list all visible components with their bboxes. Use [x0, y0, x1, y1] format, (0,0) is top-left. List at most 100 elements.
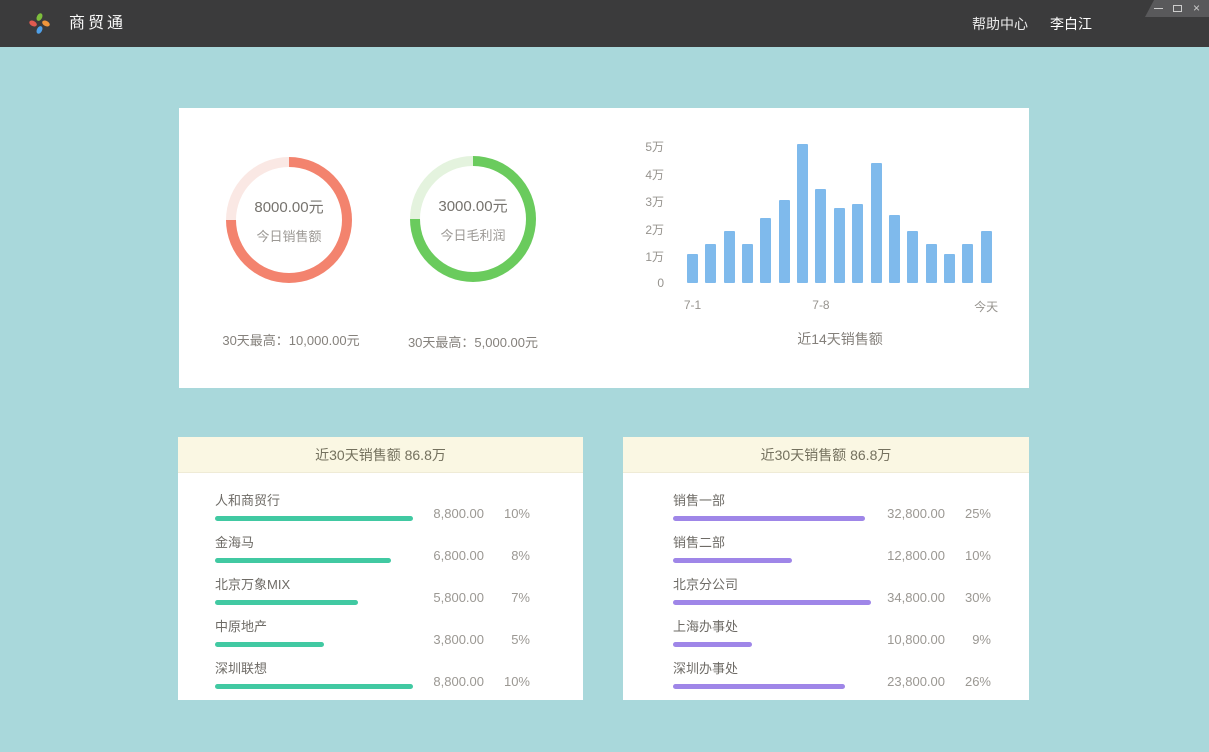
sales-bar-7 [797, 144, 808, 283]
help-center-link[interactable]: 帮助中心 [972, 14, 1028, 34]
rank-row-left: 中原地产 [215, 616, 413, 647]
rank-value: 23,800.00 [871, 674, 945, 689]
rank-row-上海办事处: 上海办事处10,800.009% [673, 616, 991, 647]
x-axis-tick-7-8: 7-8 [798, 298, 844, 312]
customer-rank-list: 人和商贸行8,800.0010%金海马6,800.008%北京万象MIX5,80… [178, 473, 583, 689]
rank-row-right: 10,800.009% [871, 632, 991, 647]
rank-value: 3,800.00 [413, 632, 484, 647]
app-title: 商贸通 [69, 0, 126, 47]
sales-bar-5 [760, 218, 771, 283]
close-button[interactable]: × [1191, 3, 1202, 14]
y-axis-tick-5万: 5万 [634, 138, 664, 155]
rank-bar-track [673, 516, 871, 521]
rank-bar [673, 558, 792, 563]
overview-card: 8000.00元 今日销售额 3000.00元 今日毛利润 30天最高：10,0… [179, 108, 1029, 388]
rank-value: 34,800.00 [871, 590, 945, 605]
y-axis-tick-2万: 2万 [634, 221, 664, 238]
rank-row-销售二部: 销售二部12,800.0010% [673, 532, 991, 563]
sales-bar-12 [889, 215, 900, 283]
rank-row-right: 8,800.0010% [413, 674, 530, 689]
today-sales-caption: 今日销售额 [256, 226, 321, 245]
sales-bar-6 [779, 200, 790, 283]
department-sales-rank-card: 近30天销售额 86.8万 销售一部32,800.0025% 销售二部12,800… [623, 437, 1029, 700]
today-profit-caption: 今日毛利润 [440, 225, 505, 244]
rank-row-left: 销售二部 [673, 532, 871, 563]
rank-percent: 10% [484, 674, 530, 689]
rank-bar [673, 642, 752, 647]
minimize-button[interactable] [1153, 3, 1164, 14]
rank-row-left: 人和商贸行 [215, 490, 413, 521]
rank-bar-track [673, 600, 871, 605]
sales-bar-4 [742, 244, 753, 283]
rank-row-left: 北京分公司 [673, 574, 871, 605]
rank-row-right: 12,800.0010% [871, 548, 991, 563]
today-profit-value: 3000.00元 [438, 195, 507, 216]
rank-bar-track [673, 642, 871, 647]
rank-row-right: 8,800.0010% [413, 506, 530, 521]
sales-bar-1 [687, 254, 698, 283]
rank-row-left: 深圳办事处 [673, 658, 871, 689]
rank-row-right: 5,800.007% [413, 590, 530, 605]
sales-30d-max-label: 30天最高：10,000.00元 [191, 330, 391, 349]
user-name-link[interactable]: 李白江 [1050, 14, 1092, 34]
sales-bar-2 [705, 244, 716, 283]
rank-row-销售一部: 销售一部32,800.0025% [673, 490, 991, 521]
rank-name: 北京万象MIX [215, 574, 413, 593]
rank-percent: 7% [484, 590, 530, 605]
sales-14d-bar-chart: 近14天销售额 01万2万3万4万5万7-17-8今天 [634, 108, 1029, 388]
rank-name: 深圳联想 [215, 658, 413, 677]
rank-row-right: 34,800.0030% [871, 590, 991, 605]
rank-bar [215, 642, 324, 647]
rank-name: 上海办事处 [673, 616, 871, 635]
rank-value: 32,800.00 [871, 506, 945, 521]
rank-name: 销售一部 [673, 490, 871, 509]
minimize-icon [1154, 8, 1163, 9]
sales-bar-16 [962, 244, 973, 283]
today-profit-donut: 3000.00元 今日毛利润 [410, 156, 536, 282]
customer-sales-rank-card: 近30天销售额 86.8万 人和商贸行8,800.0010%金海马6,800.0… [178, 437, 583, 700]
bar-chart-plot-area [687, 145, 993, 283]
sales-bar-9 [834, 208, 845, 283]
rank-value: 8,800.00 [413, 674, 484, 689]
department-rank-card-title: 近30天销售额 86.8万 [623, 437, 1029, 473]
rank-row-人和商贸行: 人和商贸行8,800.0010% [215, 490, 530, 521]
sales-bar-14 [926, 244, 937, 283]
sales-bar-8 [815, 189, 826, 283]
rank-row-left: 销售一部 [673, 490, 871, 521]
window-controls: × [1145, 0, 1209, 17]
rank-row-right: 3,800.005% [413, 632, 530, 647]
today-sales-value: 8000.00元 [254, 196, 323, 217]
sales-bar-15 [944, 254, 955, 283]
rank-percent: 30% [945, 590, 991, 605]
x-axis-tick-今天: 今天 [963, 298, 1009, 315]
rank-row-right: 6,800.008% [413, 548, 530, 563]
rank-name: 销售二部 [673, 532, 871, 551]
rank-percent: 8% [484, 548, 530, 563]
rank-bar [215, 558, 391, 563]
rank-percent: 10% [484, 506, 530, 521]
rank-percent: 10% [945, 548, 991, 563]
rank-percent: 9% [945, 632, 991, 647]
rank-row-北京分公司: 北京分公司34,800.0030% [673, 574, 991, 605]
department-rank-list: 销售一部32,800.0025%销售二部12,800.0010%北京分公司34,… [623, 473, 1029, 689]
rank-bar [215, 600, 358, 605]
sales-bar-11 [871, 163, 882, 283]
y-axis-tick-4万: 4万 [634, 166, 664, 183]
rank-bar-track [215, 516, 413, 521]
y-axis-tick-1万: 1万 [634, 248, 664, 265]
rank-value: 12,800.00 [871, 548, 945, 563]
rank-bar [215, 684, 413, 689]
sales-bar-3 [724, 231, 735, 283]
rank-row-深圳办事处: 深圳办事处23,800.0026% [673, 658, 991, 689]
rank-bar [215, 516, 413, 521]
rank-bar-track [215, 600, 413, 605]
topbar-menu: 帮助中心 李白江 [972, 0, 1092, 47]
rank-name: 中原地产 [215, 616, 413, 635]
rank-value: 6,800.00 [413, 548, 484, 563]
customer-rank-card-title: 近30天销售额 86.8万 [178, 437, 583, 473]
rank-bar-track [215, 642, 413, 647]
rank-value: 8,800.00 [413, 506, 484, 521]
y-axis-tick-0: 0 [634, 276, 664, 290]
rank-row-left: 上海办事处 [673, 616, 871, 647]
maximize-button[interactable] [1172, 3, 1183, 14]
